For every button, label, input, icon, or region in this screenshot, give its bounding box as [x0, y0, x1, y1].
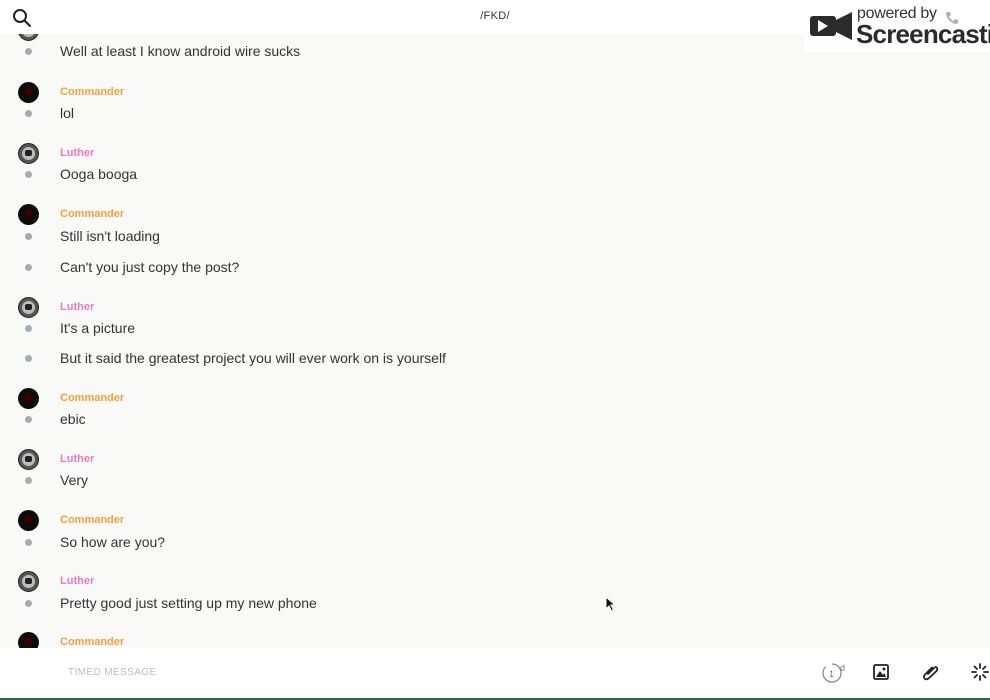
- image-icon: [873, 664, 889, 680]
- message-text: Well at least I know android wire sucks: [60, 43, 301, 59]
- avatar[interactable]: [18, 34, 39, 41]
- avatar[interactable]: [18, 204, 39, 225]
- attachment-icon: [923, 666, 939, 681]
- message-text: Can't you just copy the post?: [60, 259, 240, 275]
- message-status-dot: [25, 416, 32, 423]
- timer-unit: d: [840, 663, 846, 673]
- avatar[interactable]: [18, 388, 39, 409]
- avatar[interactable]: [18, 82, 39, 103]
- message-text: So how are you?: [60, 534, 166, 550]
- message-status-dot: [25, 600, 32, 607]
- message-text: Ooga booga: [60, 166, 138, 182]
- message-text: Pretty good just setting up my new phone: [60, 595, 317, 611]
- message-text: ebic: [60, 411, 86, 427]
- ping-icon: [971, 663, 989, 681]
- attachment-button[interactable]: [921, 662, 943, 684]
- screencastify-logo-icon: [810, 12, 852, 40]
- message-text: Still isn't loading: [60, 228, 160, 244]
- message-composer: 1: [0, 648, 990, 700]
- message-author[interactable]: Luther: [60, 301, 94, 313]
- mouse-cursor-icon: [605, 596, 617, 612]
- message-author[interactable]: Commander: [60, 86, 124, 98]
- avatar[interactable]: [18, 143, 39, 164]
- message-status-dot: [25, 110, 32, 117]
- message-text: But it said the greatest project you wil…: [60, 350, 446, 366]
- message-status-dot: [25, 355, 32, 362]
- message-list[interactable]: Well at least I know android wire sucks …: [0, 34, 990, 648]
- message-author[interactable]: Commander: [60, 514, 124, 526]
- message-text: Very: [60, 472, 89, 488]
- avatar[interactable]: [18, 510, 39, 531]
- message-status-dot: [25, 48, 32, 55]
- message-input[interactable]: [66, 666, 770, 679]
- message-status-dot: [25, 325, 32, 332]
- message-status-dot: [25, 264, 32, 271]
- watermark-brand: Screencastify: [856, 19, 990, 49]
- message-author[interactable]: Luther: [60, 575, 94, 587]
- message-text: It's a picture: [60, 320, 136, 336]
- image-button[interactable]: [871, 662, 893, 684]
- timer-value: 1: [829, 669, 834, 679]
- ping-button[interactable]: [970, 662, 990, 684]
- phone-icon[interactable]: [944, 10, 960, 26]
- message-author[interactable]: Commander: [60, 392, 124, 404]
- avatar[interactable]: [18, 449, 39, 470]
- message-author[interactable]: Luther: [60, 147, 94, 159]
- message-status-dot: [25, 539, 32, 546]
- avatar[interactable]: [18, 297, 39, 318]
- message-author[interactable]: Luther: [60, 453, 94, 465]
- message-status-dot: [25, 233, 32, 240]
- avatar[interactable]: [18, 571, 39, 592]
- avatar[interactable]: [18, 632, 39, 648]
- message-status-dot: [25, 477, 32, 484]
- message-author[interactable]: Commander: [60, 208, 124, 220]
- message-text: lol: [60, 105, 75, 121]
- screencastify-watermark: powered by Screencastify: [804, 0, 990, 52]
- message-author[interactable]: Commander: [60, 636, 124, 648]
- message-status-dot: [25, 171, 32, 178]
